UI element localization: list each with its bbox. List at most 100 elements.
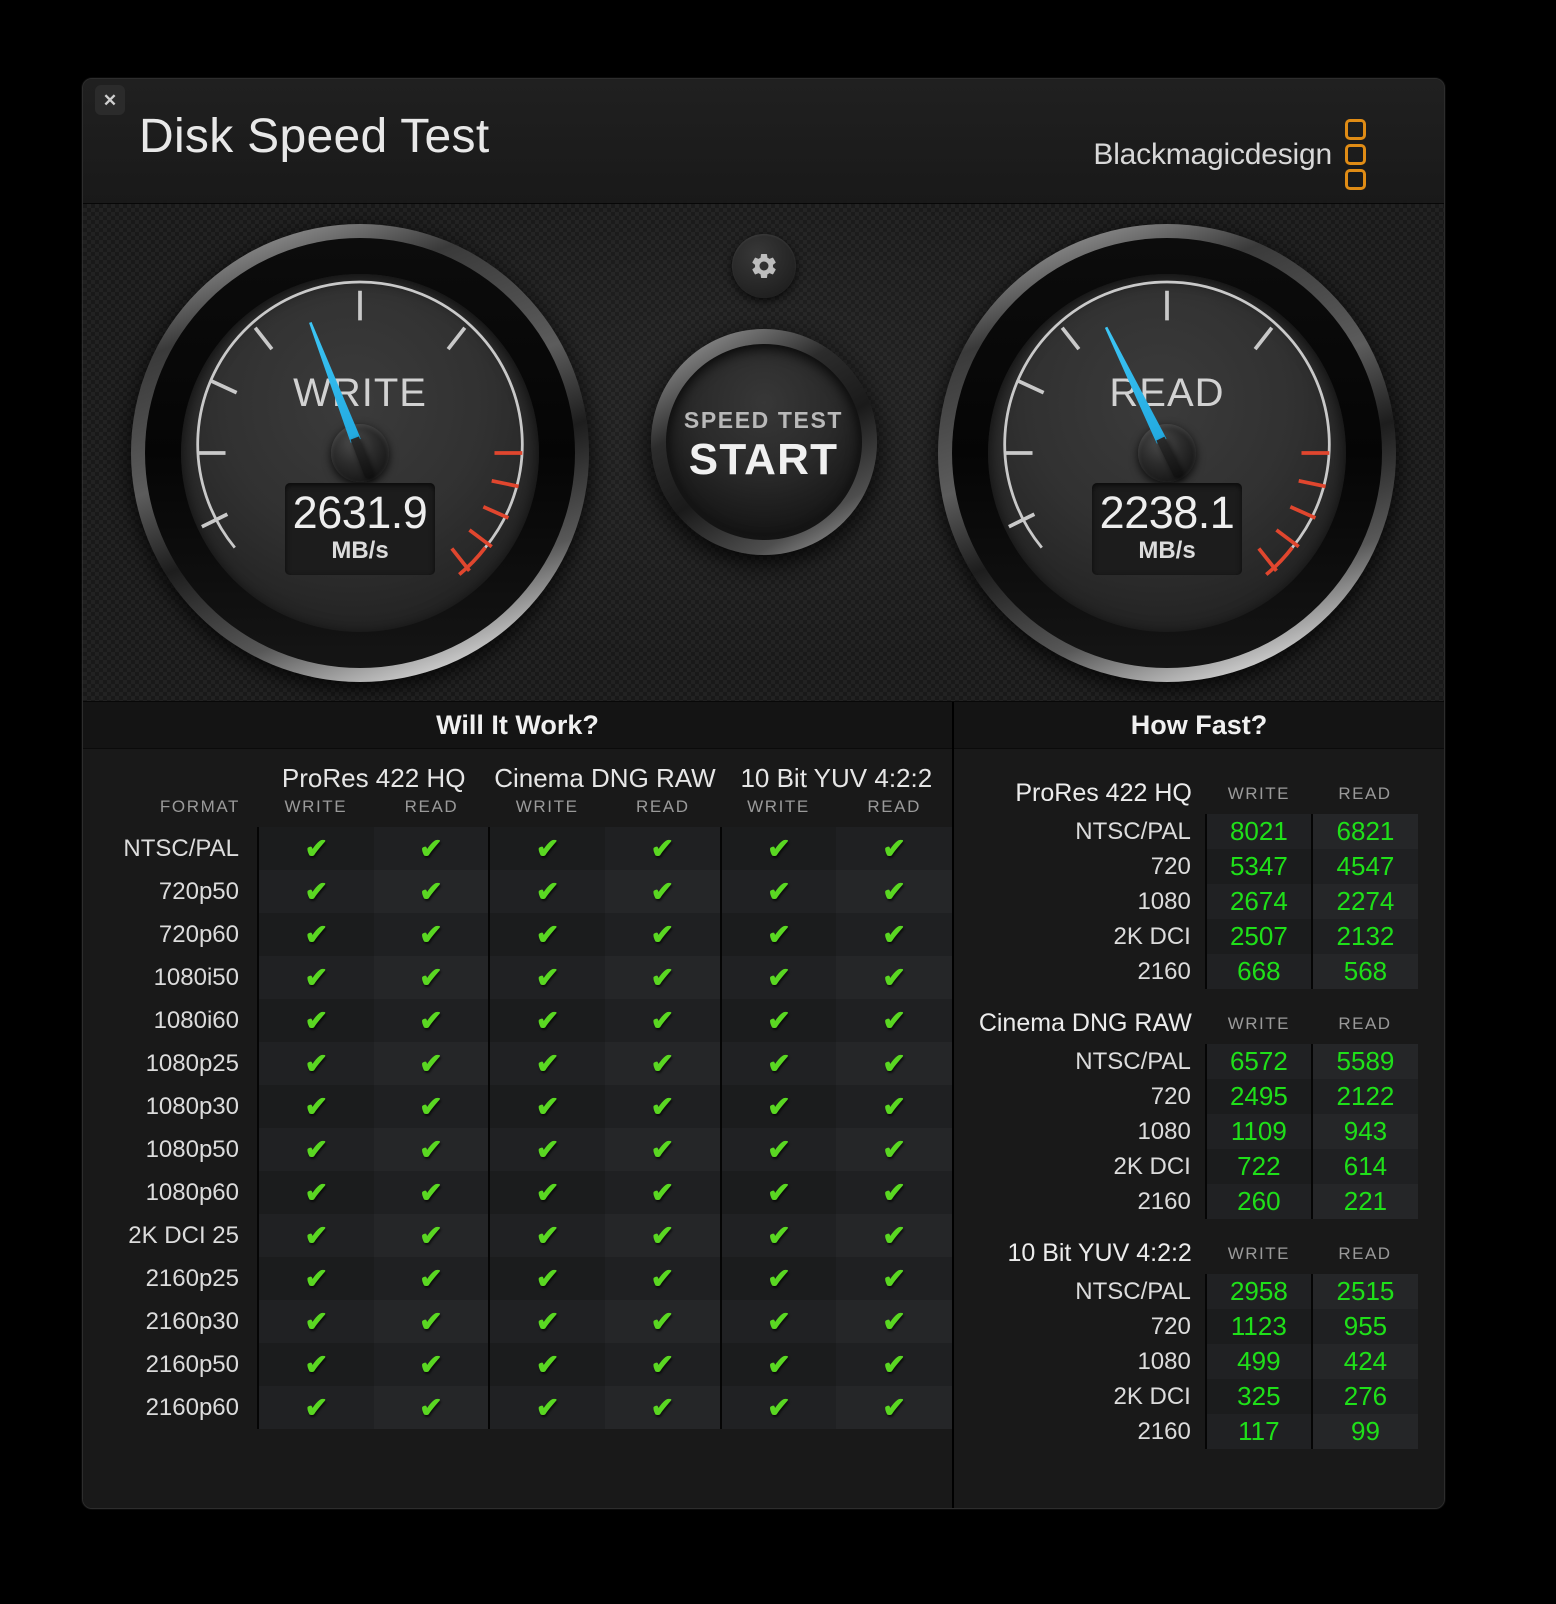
write-fps-value: 2507 [1204, 919, 1312, 954]
support-cell: ✔ [373, 999, 490, 1042]
support-cell: ✔ [836, 1214, 952, 1257]
start-button-sublabel: SPEED TEST [683, 407, 844, 433]
section-codec-name: ProRes 422 HQ [1015, 779, 1192, 807]
read-fps-value: 568 [1310, 954, 1418, 989]
results-panels: Will It Work? ProRes 422 HQ Cinema DNG R… [83, 702, 1444, 1508]
check-icon: ✔ [535, 1262, 560, 1294]
settings-button[interactable] [731, 234, 796, 298]
check-icon: ✔ [882, 875, 906, 907]
read-unit: MB/s [1138, 536, 1196, 564]
support-cell: ✔ [719, 1343, 837, 1386]
resolution-label: 1080 [976, 1114, 1206, 1149]
resolution-label: NTSC/PAL [976, 1044, 1206, 1079]
write-fps-value: 2674 [1204, 884, 1312, 919]
table-row: 2160p25 ✔ ✔ ✔ ✔ ✔ ✔ [83, 1257, 952, 1300]
support-cell: ✔ [836, 870, 952, 913]
table-row: NTSC/PAL 2958 2515 [976, 1274, 1418, 1309]
check-icon: ✔ [535, 1004, 560, 1036]
format-label: 2K DCI 25 [83, 1214, 258, 1257]
start-button-face: SPEED TEST START [665, 344, 862, 540]
check-icon: ✔ [882, 1348, 906, 1380]
section-codec-name: 10 Bit YUV 4:2:2 [1007, 1239, 1192, 1267]
support-cell: ✔ [373, 956, 490, 999]
check-icon: ✔ [767, 961, 791, 993]
support-cell: ✔ [604, 1171, 721, 1214]
table-row: 2160 117 99 [976, 1414, 1418, 1449]
speed-test-start-button[interactable]: SPEED TEST START [650, 329, 877, 555]
check-icon: ✔ [419, 918, 443, 950]
support-cell: ✔ [604, 870, 721, 913]
format-label: 1080p60 [83, 1171, 258, 1214]
read-fps-value: 5589 [1310, 1044, 1418, 1079]
support-cell: ✔ [257, 827, 374, 870]
check-icon: ✔ [304, 1219, 329, 1251]
table-row: 1080 1109 943 [976, 1114, 1418, 1149]
support-cell: ✔ [604, 999, 721, 1042]
support-cell: ✔ [257, 1171, 374, 1214]
codec-group-dng: Cinema DNG RAW [494, 763, 716, 793]
table-row: NTSC/PAL 6572 5589 [976, 1044, 1418, 1079]
support-cell: ✔ [604, 1128, 721, 1171]
check-icon: ✔ [650, 1004, 675, 1036]
check-icon: ✔ [650, 1047, 675, 1079]
read-fps-value: 2515 [1310, 1274, 1418, 1309]
write-gauge: WRITE 2631.9 MB/s [131, 224, 589, 682]
format-label: 1080p25 [83, 1042, 258, 1085]
check-icon: ✔ [767, 1047, 791, 1079]
table-row: 2K DCI 722 614 [976, 1149, 1418, 1184]
support-cell: ✔ [257, 1042, 374, 1085]
table-row: NTSC/PAL 8021 6821 [976, 814, 1418, 849]
format-label: 2160p50 [83, 1343, 258, 1386]
support-cell: ✔ [373, 913, 490, 956]
how-fast-wrapper: ProRes 422 HQ WRITE READ NTSC/PAL 8021 6821 72… [954, 749, 1444, 1449]
check-icon: ✔ [650, 1133, 675, 1165]
support-cell: ✔ [488, 827, 605, 870]
check-icon: ✔ [304, 1262, 329, 1294]
resolution-label: 2160 [976, 1184, 1206, 1219]
format-label: 720p50 [83, 870, 258, 913]
write-fps-value: 117 [1204, 1414, 1312, 1449]
prores-write-header: WRITE [284, 797, 348, 816]
check-icon: ✔ [304, 1090, 329, 1122]
blackmagic-logo-icon [1345, 119, 1366, 190]
read-fps-value: 614 [1310, 1149, 1418, 1184]
will-it-work-title: Will It Work? [83, 702, 952, 749]
support-cell: ✔ [488, 1214, 605, 1257]
check-icon: ✔ [304, 875, 329, 907]
will-it-work-panel: Will It Work? ProRes 422 HQ Cinema DNG R… [83, 702, 954, 1508]
check-icon: ✔ [650, 1348, 675, 1380]
gauge-bezel-inner: WRITE 2631.9 MB/s [145, 238, 575, 668]
write-fps-value: 8021 [1204, 814, 1312, 849]
check-icon: ✔ [767, 875, 791, 907]
support-cell: ✔ [257, 956, 374, 999]
check-icon: ✔ [882, 961, 906, 993]
format-label: 720p60 [83, 913, 258, 956]
write-fps-value: 5347 [1204, 849, 1312, 884]
table-row: 2K DCI 2507 2132 [976, 919, 1418, 954]
check-icon: ✔ [882, 1004, 906, 1036]
write-fps-value: 2958 [1204, 1274, 1312, 1309]
logo-square-1 [1345, 119, 1366, 140]
support-cell: ✔ [488, 1343, 605, 1386]
read-fps-value: 276 [1310, 1379, 1418, 1414]
check-icon: ✔ [767, 918, 791, 950]
check-icon: ✔ [304, 918, 329, 950]
read-readout: 2238.1 MB/s [1092, 482, 1242, 575]
table-row: 1080p50 ✔ ✔ ✔ ✔ ✔ ✔ [83, 1128, 952, 1171]
support-cell: ✔ [488, 913, 605, 956]
support-cell: ✔ [836, 1343, 952, 1386]
check-icon: ✔ [882, 1133, 906, 1165]
close-button[interactable]: ✕ [95, 85, 125, 115]
check-icon: ✔ [767, 1262, 791, 1294]
section-codec-name: Cinema DNG RAW [978, 1009, 1192, 1037]
check-icon: ✔ [882, 1305, 906, 1337]
table-row: 720 1123 955 [976, 1309, 1418, 1344]
check-icon: ✔ [419, 1133, 443, 1165]
write-fps-value: 6572 [1204, 1044, 1312, 1079]
check-icon: ✔ [535, 1219, 560, 1251]
spacer-cell [83, 749, 258, 797]
check-icon: ✔ [419, 961, 443, 993]
support-cell: ✔ [257, 870, 374, 913]
support-cell: ✔ [257, 913, 374, 956]
support-cell: ✔ [604, 827, 721, 870]
